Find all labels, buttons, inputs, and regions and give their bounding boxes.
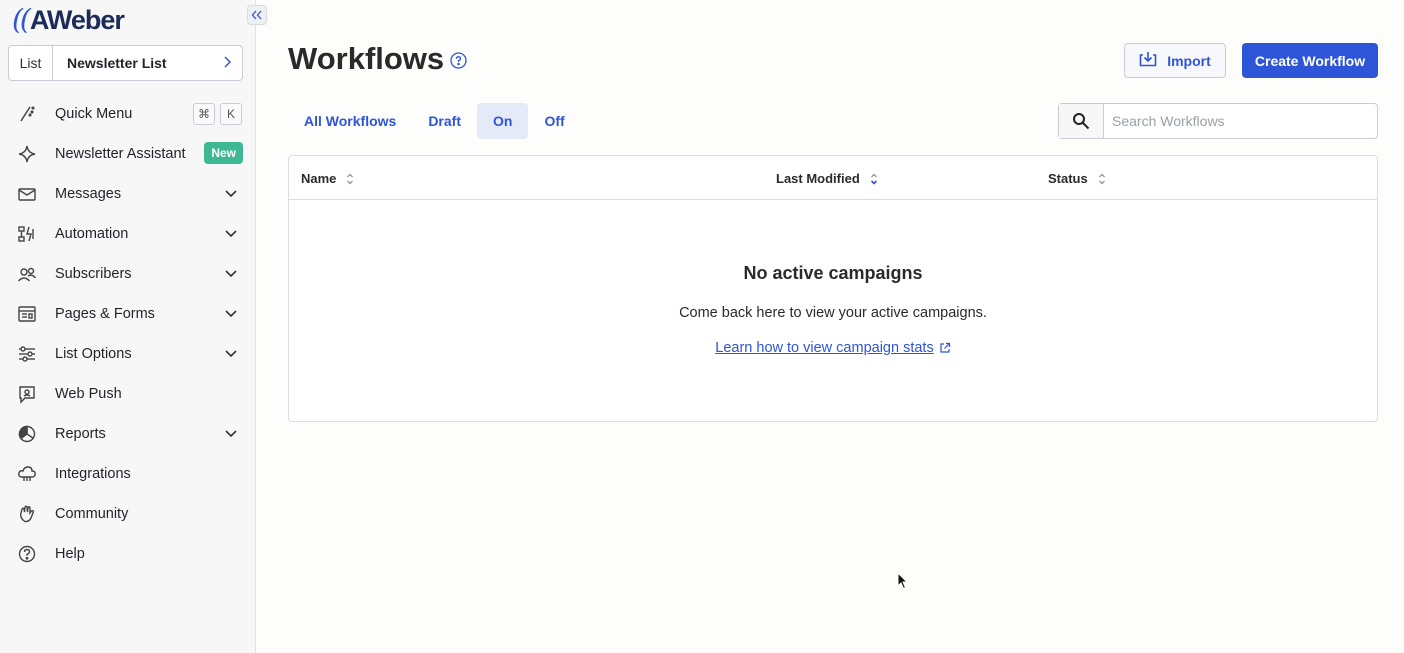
- search-button[interactable]: [1059, 104, 1104, 138]
- sparkle-icon: [16, 143, 38, 165]
- sidebar-item-newsletter-assistant[interactable]: Newsletter Assistant New: [0, 134, 255, 174]
- sidebar-item-label: Community: [55, 506, 129, 522]
- sidebar-item-label: Web Push: [55, 386, 122, 402]
- empty-state: No active campaigns Come back here to vi…: [289, 200, 1377, 357]
- sidebar-item-community[interactable]: Community: [0, 494, 255, 534]
- sidebar-item-help[interactable]: Help: [0, 534, 255, 574]
- hand-wave-icon: [16, 503, 38, 525]
- sidebar-item-label: Help: [55, 546, 85, 562]
- page-title: Workflows: [288, 41, 445, 76]
- sidebar-item-label: Integrations: [55, 466, 131, 482]
- column-header-last-modified[interactable]: Last Modified: [776, 171, 878, 186]
- cloud-icon: [16, 463, 38, 485]
- chevron-down-icon: [223, 426, 239, 442]
- automation-icon: [16, 223, 38, 245]
- chevron-right-icon: [222, 55, 242, 71]
- chevron-down-icon: [223, 226, 239, 242]
- sidebar-item-automation[interactable]: Automation: [0, 214, 255, 254]
- import-button-label: Import: [1167, 52, 1211, 69]
- new-badge: New: [204, 142, 243, 164]
- sort-icon: [347, 173, 354, 184]
- aweber-logo[interactable]: (( AWeber: [12, 3, 125, 36]
- web-push-icon: [16, 383, 38, 405]
- list-selector-value: Newsletter List: [67, 55, 167, 71]
- sort-icon: [1098, 173, 1105, 184]
- shortcut-k-key: K: [220, 103, 242, 125]
- create-workflow-button[interactable]: Create Workflow: [1242, 43, 1378, 78]
- column-header-label: Status: [1048, 171, 1088, 186]
- workflow-tabs: All Workflows Draft On Off: [288, 103, 581, 139]
- campaign-stats-link-label: Learn how to view campaign stats: [715, 340, 934, 356]
- sidebar-nav: Quick Menu ⌘ K Newsletter Assistant New …: [0, 94, 255, 574]
- column-header-label: Last Modified: [776, 171, 860, 186]
- sidebar-item-reports[interactable]: Reports: [0, 414, 255, 454]
- sidebar-item-pages-forms[interactable]: Pages & Forms: [0, 294, 255, 334]
- sort-icon: [870, 173, 877, 185]
- sidebar-item-label: Pages & Forms: [55, 306, 155, 322]
- sidebar-item-label: Quick Menu: [55, 106, 133, 122]
- shortcut-cmd-key: ⌘: [193, 103, 215, 125]
- campaign-stats-link[interactable]: Learn how to view campaign stats: [715, 340, 950, 356]
- sidebar-item-label: List Options: [55, 346, 132, 362]
- import-button[interactable]: Import: [1124, 43, 1226, 78]
- sidebar-item-label: Reports: [55, 426, 106, 442]
- chevron-down-icon: [223, 266, 239, 282]
- workflows-table: Name Last Modified Status No active camp…: [288, 155, 1378, 422]
- tab-on[interactable]: On: [476, 103, 529, 139]
- tab-off[interactable]: Off: [528, 103, 580, 139]
- column-header-name[interactable]: Name: [301, 171, 354, 186]
- sidebar-item-integrations[interactable]: Integrations: [0, 454, 255, 494]
- search-icon: [1073, 113, 1090, 130]
- sidebar-item-list-options[interactable]: List Options: [0, 334, 255, 374]
- list-selector[interactable]: List Newsletter List: [8, 45, 243, 81]
- help-circle-icon[interactable]: [450, 52, 467, 69]
- column-header-status[interactable]: Status: [1048, 171, 1106, 186]
- double-chevron-left-icon: [251, 10, 262, 20]
- search-box: [1058, 103, 1378, 139]
- list-selector-label: List: [9, 46, 53, 80]
- sidebar-item-label: Subscribers: [55, 266, 132, 282]
- empty-state-title: No active campaigns: [743, 263, 923, 283]
- sidebar: (( AWeber List Newsletter List Quick Men…: [0, 0, 256, 653]
- mouse-cursor-icon: [897, 572, 909, 590]
- logo-text: AWeber: [29, 4, 125, 35]
- tab-draft[interactable]: Draft: [412, 103, 477, 139]
- help-icon: [16, 543, 38, 565]
- table-header: Name Last Modified Status: [289, 156, 1377, 200]
- collapse-sidebar-button[interactable]: [247, 5, 267, 25]
- sidebar-item-label: Automation: [55, 226, 129, 242]
- sliders-icon: [16, 343, 38, 365]
- search-input[interactable]: [1104, 104, 1377, 138]
- sidebar-item-label: Newsletter Assistant: [55, 146, 186, 162]
- external-link-icon: [940, 342, 950, 353]
- sidebar-item-quick-menu[interactable]: Quick Menu ⌘ K: [0, 94, 255, 134]
- sidebar-item-messages[interactable]: Messages: [0, 174, 255, 214]
- logo-mark: ((: [12, 3, 31, 36]
- tab-all-workflows[interactable]: All Workflows: [288, 103, 412, 139]
- sidebar-item-label: Messages: [55, 186, 122, 202]
- main-content: Workflows Import Create Workflow All Wor…: [256, 0, 1404, 653]
- quick-menu-icon: [16, 103, 38, 125]
- chevron-down-icon: [223, 346, 239, 362]
- envelope-icon: [16, 183, 38, 205]
- import-icon: [1139, 51, 1157, 70]
- empty-state-text: Come back here to view your active campa…: [679, 305, 987, 321]
- subscribers-icon: [16, 263, 38, 285]
- chevron-down-icon: [223, 186, 239, 202]
- sidebar-item-web-push[interactable]: Web Push: [0, 374, 255, 414]
- chevron-down-icon: [223, 306, 239, 322]
- sidebar-item-subscribers[interactable]: Subscribers: [0, 254, 255, 294]
- pages-forms-icon: [16, 303, 38, 325]
- pie-chart-icon: [16, 423, 38, 445]
- column-header-label: Name: [301, 171, 337, 186]
